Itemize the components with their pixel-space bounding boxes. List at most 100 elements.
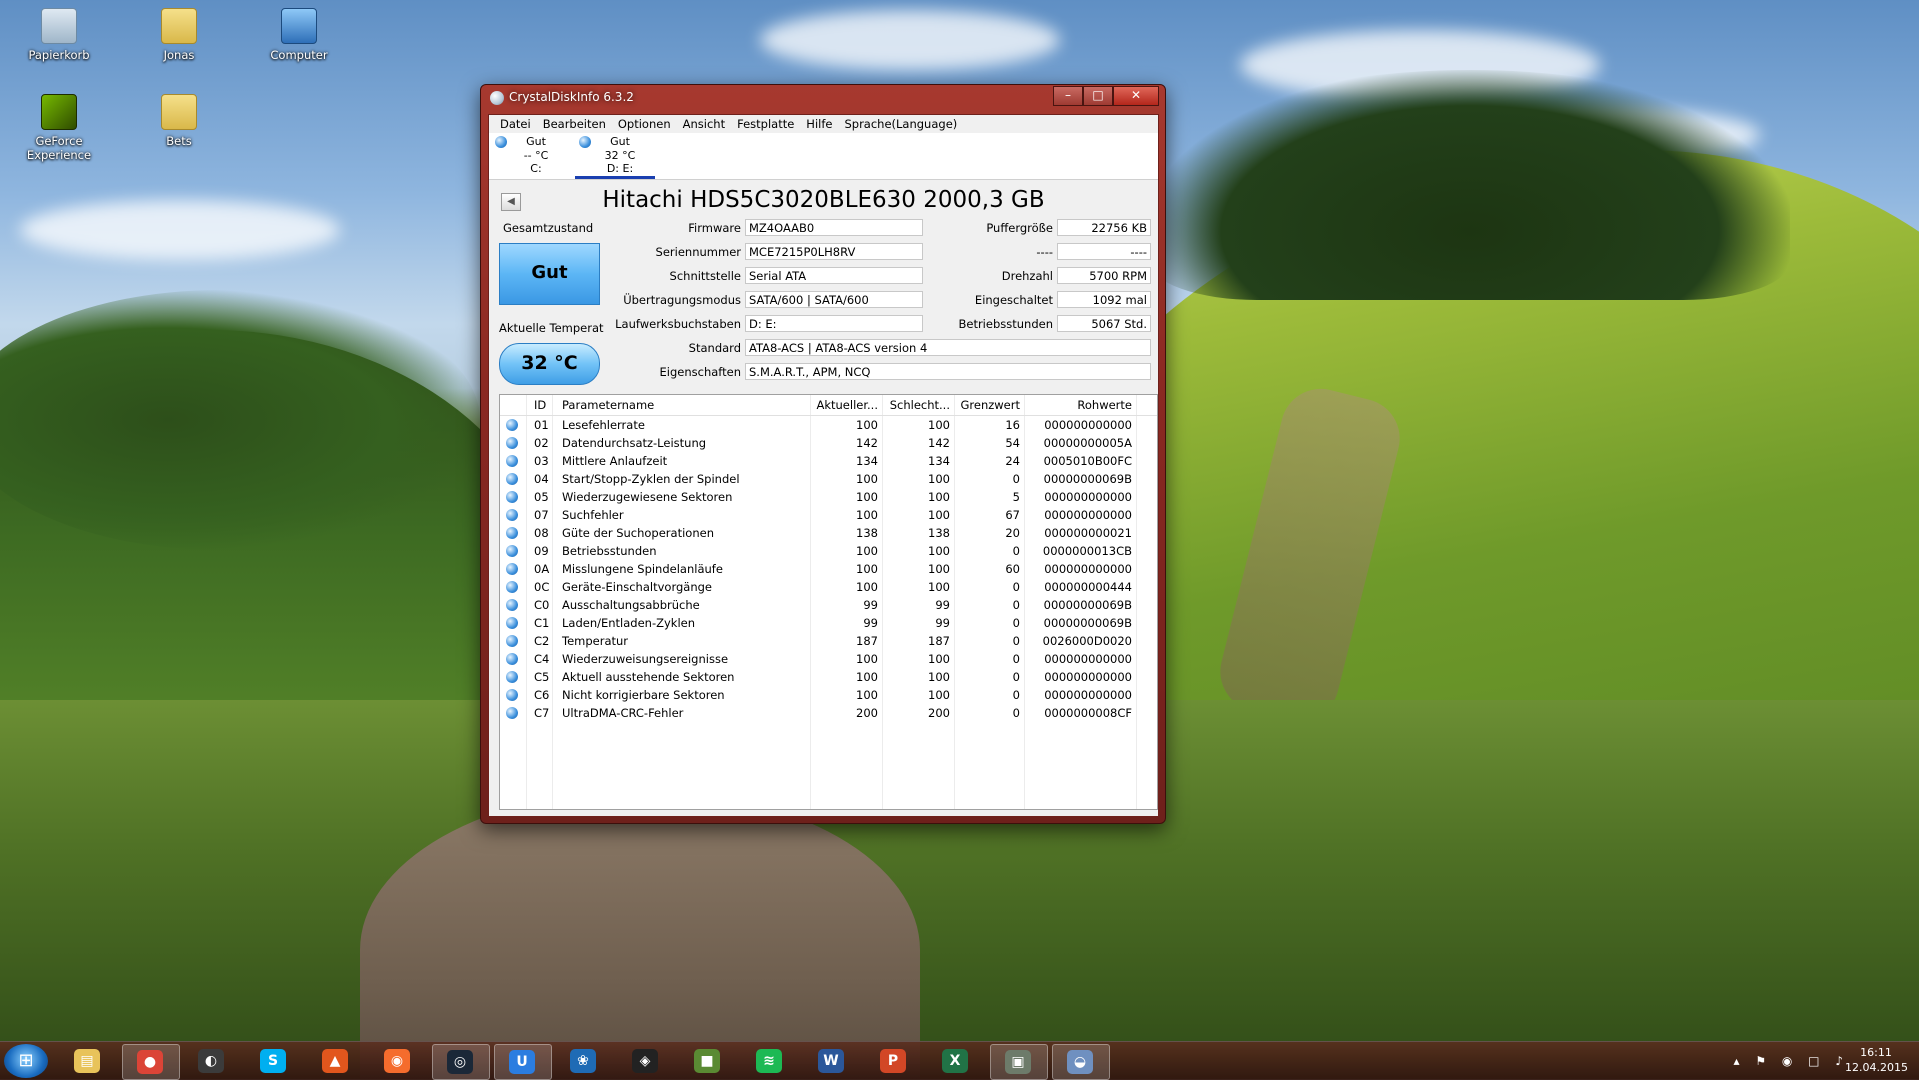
- drive-letters: D: E:: [606, 162, 634, 175]
- table-row[interactable]: 04 Start/Stopp-Zyklen der Spindel 100 100 0 0…: [500, 470, 1157, 488]
- smart-raw: 00000000069B: [1043, 598, 1132, 612]
- menu-optionen[interactable]: Optionen: [612, 115, 677, 133]
- smart-id: 07: [534, 508, 549, 522]
- close-button[interactable]: ✕: [1113, 86, 1159, 106]
- steam-icon: ◎: [447, 1050, 473, 1074]
- status-dot-icon: [506, 509, 518, 521]
- table-row[interactable]: C1 Laden/Entladen-Zyklen 99 99 0 00000000069B: [500, 614, 1157, 632]
- desktop-icon-geforce[interactable]: GeForce Experience: [14, 94, 104, 162]
- desktop-icon-computer[interactable]: Computer: [254, 8, 344, 62]
- table-row[interactable]: 07 Suchfehler 100 100 67 000000000000: [500, 506, 1157, 524]
- column-header-current[interactable]: Aktueller...: [810, 398, 878, 412]
- table-row[interactable]: 0A Misslungene Spindelanläufe 100 100 60 0000…: [500, 560, 1157, 578]
- column-header-raw[interactable]: Rohwerte: [1024, 398, 1132, 412]
- smart-worst: 100: [928, 580, 950, 594]
- table-row[interactable]: 03 Mittlere Anlaufzeit 134 134 24 0005010B00F…: [500, 452, 1157, 470]
- smart-id: 02: [534, 436, 549, 450]
- desktop-icon-recycle-bin[interactable]: Papierkorb: [14, 8, 104, 62]
- smart-table[interactable]: ID Parametername Aktueller... Schlecht..…: [499, 394, 1158, 810]
- smart-raw: 0000000008CF: [1044, 706, 1132, 720]
- menu-datei[interactable]: Datei: [494, 115, 537, 133]
- table-row[interactable]: C5 Aktuell ausstehende Sektoren 100 100 0 000…: [500, 668, 1157, 686]
- buffer-size-label: Puffergröße: [986, 221, 1053, 235]
- power-on-count-label: Eingeschaltet: [974, 293, 1053, 307]
- health-status-button[interactable]: Gut: [499, 243, 600, 305]
- taskbar-button-steam[interactable]: ◎: [432, 1044, 490, 1080]
- firmware-field: MZ4OAAB0: [745, 219, 923, 236]
- table-row[interactable]: C2 Temperatur 187 187 0 0026000D0020: [500, 632, 1157, 650]
- smart-attribute-name: Datendurchsatz-Leistung: [562, 436, 707, 450]
- temperature-button[interactable]: 32 °C: [499, 343, 600, 385]
- table-row[interactable]: C0 Ausschaltungsabbrüche 99 99 0 00000000069B: [500, 596, 1157, 614]
- interface-field: Serial ATA: [745, 267, 923, 284]
- menu-bearbeiten[interactable]: Bearbeiten: [537, 115, 612, 133]
- table-row[interactable]: 0C Geräte-Einschaltvorgänge 100 100 0 0000000…: [500, 578, 1157, 596]
- taskbar-button-network-monitor[interactable]: ▣: [990, 1044, 1048, 1080]
- clock-time: 16:11: [1860, 1046, 1892, 1059]
- column-header-threshold[interactable]: Grenzwert: [954, 398, 1020, 412]
- table-row[interactable]: 05 Wiederzugewiesene Sektoren 100 100 5 00000…: [500, 488, 1157, 506]
- menu-festplatte[interactable]: Festplatte: [731, 115, 800, 133]
- column-header-id[interactable]: ID: [534, 398, 546, 412]
- table-row[interactable]: 09 Betriebsstunden 100 100 0 0000000013CB: [500, 542, 1157, 560]
- taskbar-button-flame-app[interactable]: ▲: [308, 1044, 364, 1078]
- title-bar[interactable]: CrystalDiskInfo 6.3.2 – □ ✕: [481, 85, 1165, 111]
- smart-worst: 100: [928, 508, 950, 522]
- table-row[interactable]: C4 Wiederzuweisungsereignisse 100 100 0 00000…: [500, 650, 1157, 668]
- column-header-worst[interactable]: Schlecht...: [882, 398, 950, 412]
- blank-label: ----: [1036, 245, 1053, 259]
- menu-sprache[interactable]: Sprache(Language): [838, 115, 963, 133]
- drive-tab-d-e[interactable]: Gut 32 °C D: E:: [575, 134, 655, 179]
- smart-worst: 100: [928, 688, 950, 702]
- drive-tab-c[interactable]: Gut -- °C C:: [491, 134, 571, 176]
- status-dot-icon: [506, 563, 518, 575]
- taskbar-button-chrome[interactable]: ●: [122, 1044, 180, 1080]
- smart-attribute-name: Suchfehler: [562, 508, 624, 522]
- drive-status: Gut: [610, 135, 630, 148]
- network-monitor-icon: ▣: [1005, 1050, 1031, 1074]
- taskbar-button-spotify[interactable]: ≋: [742, 1044, 798, 1078]
- smart-raw: 0005010B00FC: [1043, 454, 1132, 468]
- taskbar-button-uplay[interactable]: U: [494, 1044, 552, 1080]
- column-header-name[interactable]: Parametername: [562, 398, 654, 412]
- treeline: [1150, 70, 1790, 300]
- taskbar-button-crystaldiskinfo[interactable]: ◒: [1052, 1044, 1110, 1080]
- rotation-rate-label: Drehzahl: [1001, 269, 1053, 283]
- clock[interactable]: 16:11 12.04.2015: [1845, 1045, 1908, 1075]
- table-row[interactable]: C6 Nicht korrigierbare Sektoren 100 100 0 000…: [500, 686, 1157, 704]
- desktop-icon-jonas[interactable]: Jonas: [134, 8, 224, 62]
- minecraft-icon: ■: [694, 1049, 720, 1073]
- taskbar-button-excel[interactable]: X: [928, 1044, 984, 1078]
- smart-attribute-name: Start/Stopp-Zyklen der Spindel: [562, 472, 740, 486]
- cloud: [20, 200, 340, 260]
- power-on-hours-label: Betriebsstunden: [958, 317, 1053, 331]
- battle-net-icon: ❀: [570, 1049, 596, 1073]
- taskbar-button-explorer[interactable]: ▤: [60, 1044, 116, 1078]
- taskbar-button-word[interactable]: W: [804, 1044, 860, 1078]
- spotify-icon: ≋: [756, 1049, 782, 1073]
- taskbar-button-minecraft[interactable]: ■: [680, 1044, 736, 1078]
- table-row[interactable]: C7 UltraDMA-CRC-Fehler 200 200 0 0000000008CF: [500, 704, 1157, 722]
- desktop-icon-bets[interactable]: Bets: [134, 94, 224, 148]
- taskbar-button-battle-net[interactable]: ❀: [556, 1044, 612, 1078]
- taskbar-button-media-app[interactable]: ◐: [184, 1044, 240, 1078]
- table-row[interactable]: 08 Güte der Suchoperationen 138 138 20 000000…: [500, 524, 1157, 542]
- smart-id: C7: [534, 706, 550, 720]
- taskbar-button-origin[interactable]: ◉: [370, 1044, 426, 1078]
- menu-ansicht[interactable]: Ansicht: [677, 115, 731, 133]
- smart-threshold: 0: [1012, 634, 1020, 648]
- status-dot-icon: [506, 473, 518, 485]
- menu-hilfe[interactable]: Hilfe: [800, 115, 838, 133]
- table-row[interactable]: 01 Lesefehlerrate 100 100 16 000000000000: [500, 416, 1157, 434]
- blank-field: ----: [1057, 243, 1151, 260]
- taskbar-button-skype[interactable]: S: [246, 1044, 302, 1078]
- folder-icon: [161, 94, 197, 130]
- taskbar-button-powerpoint[interactable]: P: [866, 1044, 922, 1078]
- start-button[interactable]: ⊞: [4, 1044, 48, 1078]
- smart-attribute-name: Lesefehlerrate: [562, 418, 645, 432]
- minimize-button[interactable]: –: [1053, 86, 1083, 106]
- table-row[interactable]: 02 Datendurchsatz-Leistung 142 142 54 0000000…: [500, 434, 1157, 452]
- maximize-button[interactable]: □: [1083, 86, 1113, 106]
- taskbar-button-obs[interactable]: ◈: [618, 1044, 674, 1078]
- system-tray[interactable]: ▴ ⚑ ◉ □ ♪: [1733, 1054, 1849, 1068]
